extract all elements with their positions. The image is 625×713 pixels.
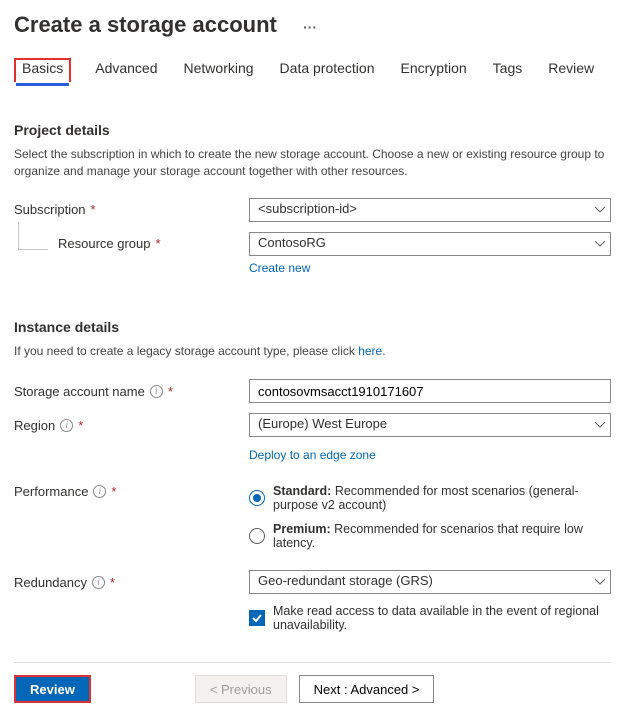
page-title-text: Create a storage account (14, 12, 277, 37)
instance-details-heading: Instance details (14, 319, 611, 335)
performance-standard-radio[interactable]: Standard: Recommended for most scenarios… (249, 484, 611, 512)
previous-button: < Previous (195, 675, 287, 703)
radio-checked-icon (249, 490, 265, 506)
next-button[interactable]: Next : Advanced > (299, 675, 435, 703)
tab-basics[interactable]: Basics (14, 58, 71, 82)
required-marker: * (111, 484, 116, 499)
info-icon[interactable]: i (92, 576, 105, 589)
review-button[interactable]: Review (14, 675, 91, 703)
page-title: Create a storage account ··· (14, 12, 611, 38)
tab-advanced[interactable]: Advanced (93, 58, 159, 82)
subscription-select[interactable]: <subscription-id> (249, 198, 611, 222)
info-icon[interactable]: i (150, 385, 163, 398)
radio-unchecked-icon (249, 528, 265, 544)
resource-group-select[interactable]: ContosoRG (249, 232, 611, 256)
required-marker: * (78, 418, 83, 433)
checkbox-checked-icon (249, 610, 265, 626)
required-marker: * (91, 202, 96, 217)
indent-connector (18, 222, 48, 250)
storage-account-name-label: Storage account name i * (14, 384, 249, 399)
info-icon[interactable]: i (60, 419, 73, 432)
performance-premium-radio[interactable]: Premium: Recommended for scenarios that … (249, 522, 611, 550)
redundancy-select[interactable]: Geo-redundant storage (GRS) (249, 570, 611, 594)
performance-label: Performance i * (14, 484, 249, 499)
storage-account-name-input[interactable] (249, 379, 611, 403)
tab-encryption[interactable]: Encryption (399, 58, 469, 82)
create-new-link[interactable]: Create new (249, 261, 310, 275)
redundancy-label: Redundancy i * (14, 575, 249, 590)
info-icon[interactable]: i (93, 485, 106, 498)
deploy-edge-zone-link[interactable]: Deploy to an edge zone (249, 448, 376, 462)
tab-review[interactable]: Review (546, 58, 596, 82)
required-marker: * (110, 575, 115, 590)
more-menu-icon[interactable]: ··· (303, 19, 317, 35)
subscription-label: Subscription * (14, 202, 249, 217)
tab-networking[interactable]: Networking (182, 58, 256, 82)
read-access-checkbox[interactable]: Make read access to data available in th… (249, 604, 611, 632)
region-label: Region i * (14, 418, 249, 433)
project-details-desc: Select the subscription in which to crea… (14, 146, 611, 180)
required-marker: * (156, 236, 161, 251)
region-select[interactable]: (Europe) West Europe (249, 413, 611, 437)
footer-bar: Review < Previous Next : Advanced > (14, 662, 611, 703)
tab-strip: Basics Advanced Networking Data protecti… (14, 58, 611, 82)
resource-group-label: Resource group * (58, 236, 249, 251)
legacy-note: If you need to create a legacy storage a… (14, 343, 611, 360)
project-details-heading: Project details (14, 122, 611, 138)
tab-tags[interactable]: Tags (491, 58, 525, 82)
tab-data-protection[interactable]: Data protection (278, 58, 377, 82)
required-marker: * (168, 384, 173, 399)
legacy-here-link[interactable]: here (358, 344, 382, 358)
